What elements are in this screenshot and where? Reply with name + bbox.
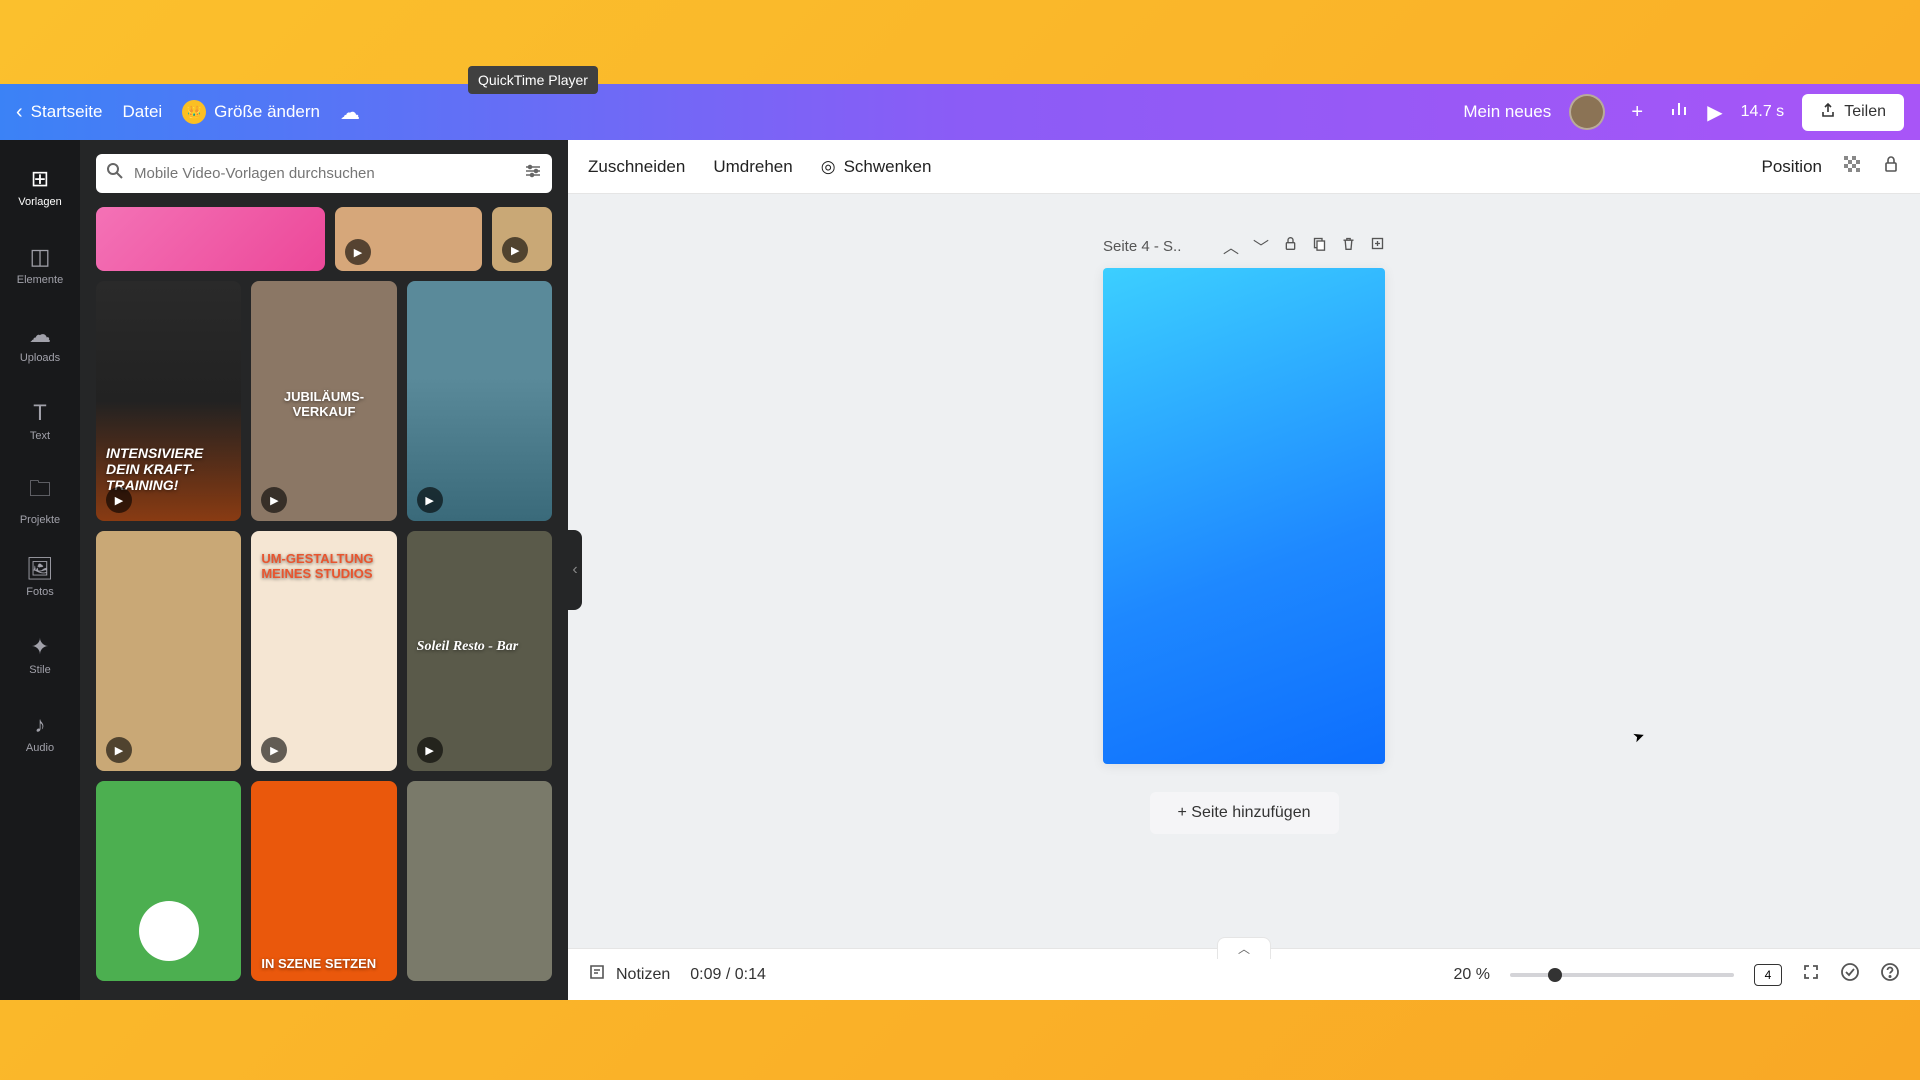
nav-uploads[interactable]: ☁ Uploads <box>0 304 80 382</box>
zoom-label[interactable]: 20 % <box>1454 966 1490 984</box>
search-input[interactable] <box>134 165 514 182</box>
template-card[interactable] <box>96 207 325 271</box>
check-icon[interactable] <box>1840 962 1860 987</box>
resize-button[interactable]: 👑 Größe ändern <box>182 100 320 124</box>
vertical-nav: ⊞ Vorlagen ◫ Elemente ☁ Uploads T Text 🗀… <box>0 140 80 1000</box>
nav-templates[interactable]: ⊞ Vorlagen <box>0 148 80 226</box>
home-label: Startseite <box>31 102 103 122</box>
template-card[interactable]: INTENSIVIERE DEIN KRAFT-TRAINING! ▶ <box>96 281 241 521</box>
template-card[interactable]: Soleil Resto - Bar ▶ <box>407 531 552 771</box>
analytics-icon[interactable] <box>1669 99 1689 125</box>
template-card[interactable]: ▶ <box>407 281 552 521</box>
template-card[interactable]: ▶ <box>492 207 552 271</box>
template-card[interactable]: UM-GESTALTUNG MEINES STUDIOS ▶ <box>251 531 396 771</box>
play-icon: ▶ <box>106 487 132 513</box>
page-count[interactable]: 4 <box>1754 964 1782 986</box>
help-icon[interactable] <box>1880 962 1900 987</box>
template-card[interactable]: JUBILÄUMS-VERKAUF ▶ <box>251 281 396 521</box>
zoom-slider[interactable] <box>1510 973 1734 977</box>
page-title[interactable]: Seite 4 - S.. <box>1103 238 1209 255</box>
transparency-icon[interactable] <box>1842 154 1862 179</box>
chevron-up-icon[interactable]: ︿ <box>1223 234 1239 258</box>
file-menu[interactable]: Datei <box>122 102 162 122</box>
templates-icon: ⊞ <box>31 166 49 192</box>
canvas-page[interactable] <box>1103 268 1385 764</box>
template-card[interactable] <box>407 781 552 981</box>
duration: 14.7 s <box>1741 103 1785 121</box>
share-icon <box>1820 102 1836 123</box>
photos-icon: 🖼 <box>26 556 54 582</box>
nav-audio[interactable]: ♪ Audio <box>0 694 80 772</box>
canvas-area: Zuschneiden Umdrehen ◎ Schwenken Positio… <box>568 140 1920 1000</box>
play-icon: ▶ <box>261 737 287 763</box>
nav-photos[interactable]: 🖼 Fotos <box>0 538 80 616</box>
top-bar: ‹ Startseite Datei 👑 Größe ändern ☁ Mein… <box>0 84 1920 140</box>
nav-projects[interactable]: 🗀 Projekte <box>0 460 80 538</box>
text-icon: T <box>33 400 46 426</box>
elements-icon: ◫ <box>30 244 51 270</box>
play-icon: ▶ <box>261 487 287 513</box>
audio-icon: ♪ <box>35 712 46 738</box>
search-box[interactable] <box>96 154 552 193</box>
template-card[interactable]: ▶ <box>96 531 241 771</box>
app-window: ‹ Startseite Datei 👑 Größe ändern ☁ Mein… <box>0 84 1920 1000</box>
chevron-down-icon[interactable]: ﹀ <box>1253 234 1269 258</box>
pan-icon: ◎ <box>821 157 836 177</box>
project-name[interactable]: Mein neues <box>1463 102 1551 122</box>
play-icon: ▶ <box>345 239 371 265</box>
home-button[interactable]: ‹ Startseite <box>16 101 102 124</box>
template-card[interactable] <box>96 781 241 981</box>
add-page-button[interactable]: + Seite hinzufügen <box>1150 792 1339 834</box>
notes-icon <box>588 963 606 986</box>
page-header: Seite 4 - S.. ︿ ﹀ <box>1103 234 1385 258</box>
template-grid[interactable]: ▶ ▶ INTENSIVIERE DEIN KRAFT-TRAINING! ▶ … <box>80 207 568 1000</box>
share-label: Teilen <box>1844 103 1886 121</box>
template-card[interactable]: IN SZENE SETZEN <box>251 781 396 981</box>
crown-icon: 👑 <box>182 100 206 124</box>
search-icon <box>106 162 124 185</box>
lock-page-icon[interactable] <box>1283 236 1298 256</box>
play-icon: ▶ <box>106 737 132 763</box>
canvas-viewport[interactable]: Seite 4 - S.. ︿ ﹀ <box>568 194 1920 948</box>
template-card[interactable]: ▶ <box>335 207 482 271</box>
lock-icon[interactable] <box>1882 155 1900 178</box>
expand-timeline-button[interactable]: ︿ <box>1217 937 1271 959</box>
duplicate-page-icon[interactable] <box>1312 236 1327 256</box>
cursor: ➤ <box>1630 727 1647 747</box>
play-icon: ▶ <box>417 737 443 763</box>
resize-label: Größe ändern <box>214 102 320 122</box>
side-panel: ▶ ▶ INTENSIVIERE DEIN KRAFT-TRAINING! ▶ … <box>80 140 568 1000</box>
share-button[interactable]: Teilen <box>1802 94 1904 131</box>
tooltip: QuickTime Player <box>468 66 598 94</box>
play-icon[interactable]: ▶ <box>1707 100 1722 125</box>
add-page-icon[interactable] <box>1370 236 1385 256</box>
uploads-icon: ☁ <box>29 322 51 348</box>
cloud-sync-icon[interactable]: ☁ <box>340 100 360 125</box>
nav-elements[interactable]: ◫ Elemente <box>0 226 80 304</box>
flip-button[interactable]: Umdrehen <box>713 157 792 177</box>
play-icon: ▶ <box>417 487 443 513</box>
back-arrow-icon: ‹ <box>16 101 23 124</box>
nav-text[interactable]: T Text <box>0 382 80 460</box>
position-button[interactable]: Position <box>1762 157 1822 177</box>
avatar[interactable] <box>1569 94 1605 130</box>
add-member-button[interactable]: + <box>1623 98 1651 126</box>
styles-icon: ✦ <box>31 634 49 660</box>
zoom-thumb[interactable] <box>1548 968 1562 982</box>
notes-button[interactable]: Notizen <box>588 963 670 986</box>
nav-styles[interactable]: ✦ Stile <box>0 616 80 694</box>
delete-page-icon[interactable] <box>1341 236 1356 256</box>
canvas-toolbar: Zuschneiden Umdrehen ◎ Schwenken Positio… <box>568 140 1920 194</box>
pan-button[interactable]: ◎ Schwenken <box>821 157 932 177</box>
play-icon: ▶ <box>502 237 528 263</box>
bottom-bar: ︿ Notizen 0:09 / 0:14 20 % 4 <box>568 948 1920 1000</box>
time-display: 0:09 / 0:14 <box>690 966 766 984</box>
fullscreen-icon[interactable] <box>1802 963 1820 986</box>
crop-button[interactable]: Zuschneiden <box>588 157 685 177</box>
filter-icon[interactable] <box>524 162 542 185</box>
projects-icon: 🗀 <box>29 472 51 510</box>
